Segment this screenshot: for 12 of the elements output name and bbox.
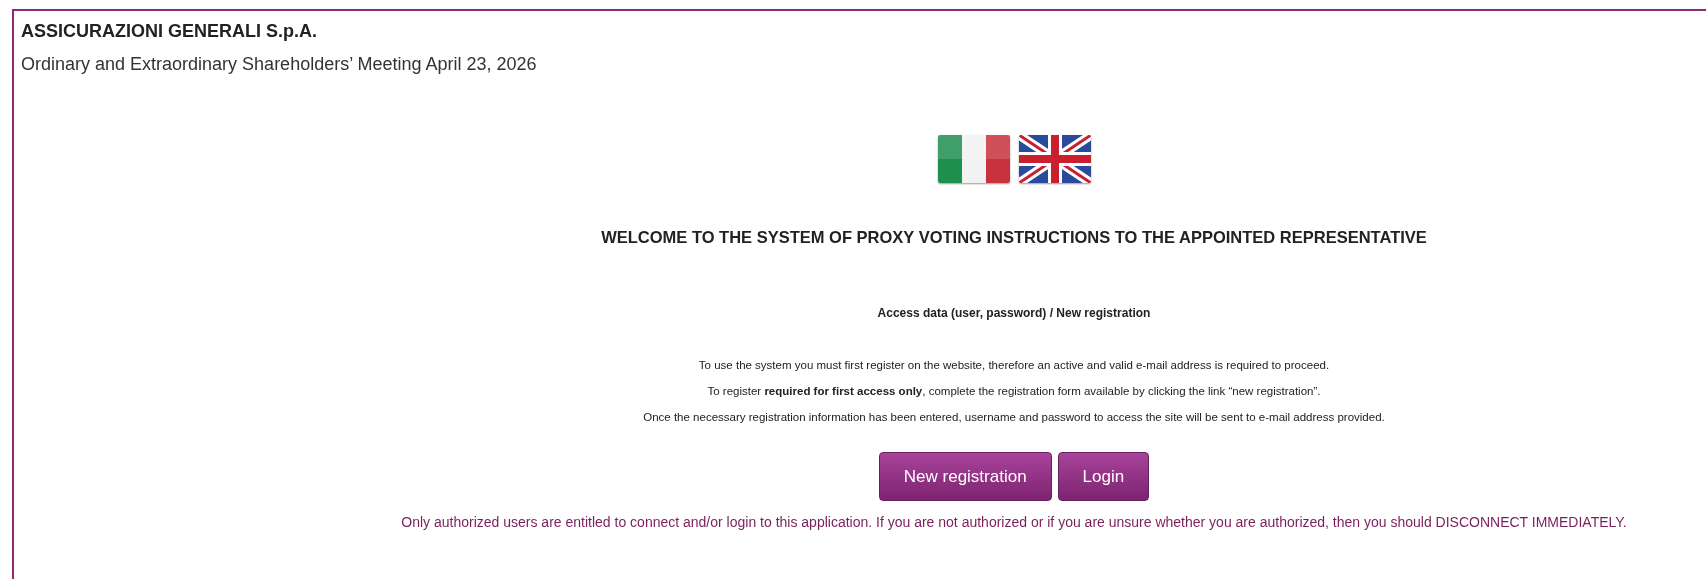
welcome-heading: WELCOME TO THE SYSTEM OF PROXY VOTING INSTRUCTIONS TO THE APPOINTED REPRESENTATIVE <box>601 227 1427 248</box>
instruction-text: Once the necessary registration information has been entered, username and password to access the site will be sent to e-mail address provided. <box>643 410 1385 425</box>
instruction-text: To use the system you must first register on the website, therefore an active and valid e-mail address is required to proceed. <box>698 358 1330 373</box>
login-button[interactable]: Login <box>1057 452 1150 501</box>
instruction-text: To register required for first access only, complete the registration form available by clicking the link “new registration”. <box>707 384 1321 399</box>
meeting-subtitle: Ordinary and Extraordinary Shareholders’ Meeting April 23, 2026 <box>21 53 538 76</box>
access-data-title: Access data (user, password) / New registration <box>877 306 1151 320</box>
company-title: ASSICURAZIONI GENERALI S.p.A. <box>21 20 318 43</box>
new-registration-button[interactable]: New registration <box>878 452 1052 501</box>
italy-flag-icon[interactable] <box>937 135 1010 183</box>
uk-flag-icon[interactable] <box>1018 135 1091 183</box>
warning-text: Only authorized users are entitled to connect and/or login to this application. If you are not authorized or if you are unsure whether you are authorized, then you should DISCONNECT IMMEDIATELY. <box>401 514 1627 530</box>
